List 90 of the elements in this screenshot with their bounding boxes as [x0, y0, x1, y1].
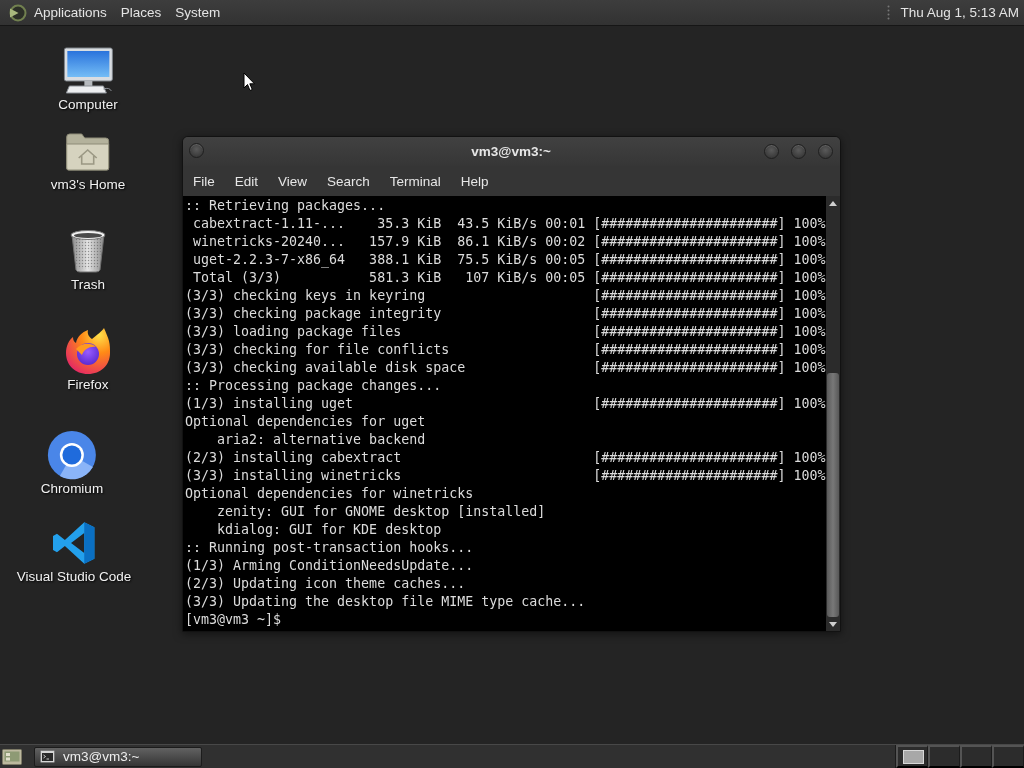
terminal-line: (3/3) Updating the desktop file MIME type cache... [185, 593, 586, 611]
terminal-icon [40, 750, 55, 763]
menu-item[interactable]: Edit [224, 168, 269, 194]
home-folder-icon [66, 131, 110, 171]
desktop-shortcut[interactable]: Trash [69, 226, 107, 293]
terminal-line: (3/3) checking package integrity [185, 305, 442, 323]
chromium-icon [47, 430, 97, 480]
terminal-line: (3/3) checking keys in keyring [185, 287, 426, 305]
workspace-cell[interactable] [896, 745, 928, 768]
progress-percent: 100% [793, 395, 826, 413]
terminal-line: :: Processing package changes... [185, 377, 442, 395]
progress-percent: 100% [793, 305, 826, 323]
desktop-shortcut[interactable]: Computer [56, 46, 120, 113]
progress-hashes: [######################] [593, 359, 786, 377]
progress-hashes: [######################] [593, 215, 786, 233]
terminal-line: zenity: GUI for GNOME desktop [installed] [216, 503, 546, 521]
vscode-icon [52, 521, 96, 565]
terminal-line: (3/3) loading package files [185, 323, 402, 341]
monitor-icon [63, 47, 113, 95]
terminal-line: :: Running post-transaction hooks... [185, 539, 474, 557]
terminal-line: (3/3) checking for file conflicts [185, 341, 450, 359]
menu-item[interactable]: File [183, 168, 225, 194]
terminal-line: Optional dependencies for winetricks [185, 485, 474, 503]
logo-icon[interactable] [9, 3, 27, 22]
progress-hashes: [######################] [593, 467, 786, 485]
terminal-line: Total (3/3) 581.3 KiB 107 KiB/s 00:05 [192, 269, 586, 287]
progress-hashes: [######################] [593, 305, 786, 323]
progress-hashes: [######################] [593, 269, 786, 287]
progress-hashes: [######################] [593, 251, 786, 269]
terminal-line: (1/3) installing uget [185, 395, 354, 413]
trash-icon [69, 229, 107, 273]
minimize-button[interactable] [764, 144, 779, 159]
window-thumbnail [903, 749, 924, 764]
progress-hashes: [######################] [593, 341, 786, 359]
workspace-cell[interactable] [928, 745, 960, 768]
clock[interactable]: Thu Aug 1, 5:13 AM [894, 0, 1024, 25]
terminal-line: Optional dependencies for uget [185, 413, 426, 431]
progress-percent: 100% [793, 251, 826, 269]
panel-menu[interactable]: Applications [27, 0, 114, 25]
show-desktop-icon[interactable] [2, 747, 22, 766]
panel-menu[interactable]: System [168, 0, 228, 25]
progress-hashes: [######################] [593, 233, 786, 251]
progress-percent: 100% [793, 341, 826, 359]
scrollbar-thumb[interactable] [827, 373, 839, 617]
menu-item[interactable]: Terminal [379, 168, 451, 194]
progress-percent: 100% [793, 467, 826, 485]
window-title: vm3@vm3:~ [471, 144, 551, 159]
terminal-line: (3/3) checking available disk space [185, 359, 466, 377]
progress-percent: 100% [793, 323, 826, 341]
window-menu-button[interactable] [189, 142, 204, 158]
desktop-shortcut[interactable]: Firefox [64, 326, 112, 393]
desktop-shortcut[interactable]: Visual Studio Code [14, 518, 134, 585]
terminal-line: [vm3@vm3 ~]$ [185, 611, 282, 629]
workspace-cell[interactable] [960, 745, 992, 768]
down-arrow-icon[interactable] [829, 621, 837, 627]
desktop-shortcut[interactable]: Chromium [38, 430, 106, 497]
progress-percent: 100% [793, 215, 826, 233]
desktop-shortcut[interactable]: vm3's Home [48, 126, 128, 193]
scrollbar[interactable] [826, 196, 840, 631]
terminal-line: (3/3) installing winetricks [185, 467, 402, 485]
title-bar[interactable]: vm3@vm3:~ [183, 137, 840, 166]
terminal-line: (1/3) Arming ConditionNeedsUpdate... [185, 557, 474, 575]
progress-hashes: [######################] [593, 449, 786, 467]
panel-menu[interactable]: Places [113, 0, 169, 25]
progress-percent: 100% [793, 287, 826, 305]
taskbar-button[interactable]: vm3@vm3:~ [34, 746, 202, 767]
maximize-button[interactable] [791, 144, 806, 159]
progress-percent: 100% [793, 233, 826, 251]
terminal-line: winetricks-20240... 157.9 KiB 86.1 KiB/s 00:02 [192, 233, 586, 251]
progress-percent: 100% [793, 449, 826, 467]
terminal-line: (2/3) Updating icon theme caches... [185, 575, 466, 593]
firefox-icon [64, 327, 112, 375]
menu-item[interactable]: View [268, 168, 318, 194]
terminal-line: :: Retrieving packages... [185, 197, 386, 215]
progress-hashes: [######################] [593, 323, 786, 341]
menu-item[interactable]: Search [317, 168, 380, 194]
progress-hashes: [######################] [593, 395, 786, 413]
progress-percent: 100% [793, 269, 826, 287]
terminal-line: aria2: alternative backend [216, 431, 426, 449]
terminal-line: uget-2.2.3-7-x86_64 388.1 KiB 75.5 KiB/s 00:05 [192, 251, 586, 269]
workspace-cell[interactable] [992, 745, 1024, 768]
terminal-line: (2/3) installing cabextract [185, 449, 402, 467]
menu-item[interactable]: Help [450, 168, 499, 194]
mouse-pointer-icon [243, 72, 256, 92]
terminal-line: cabextract-1.11-... 35.3 KiB 43.5 KiB/s 00:01 [192, 215, 586, 233]
terminal-line: kdialog: GUI for KDE desktop [216, 521, 442, 539]
progress-hashes: [######################] [593, 287, 786, 305]
close-button[interactable] [818, 144, 833, 159]
up-arrow-icon[interactable] [829, 200, 837, 206]
progress-percent: 100% [793, 359, 826, 377]
